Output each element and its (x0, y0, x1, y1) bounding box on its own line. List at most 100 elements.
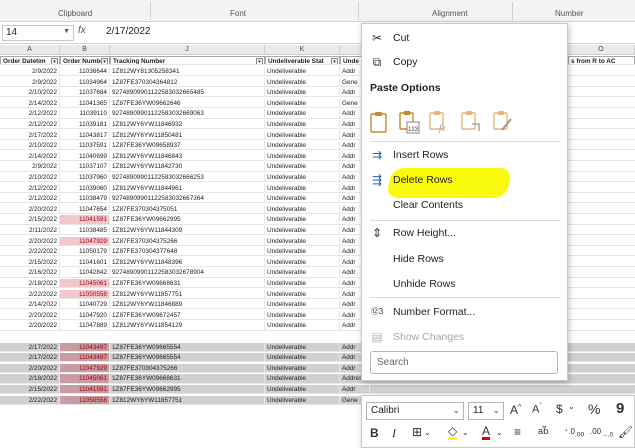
cell-order-number[interactable]: 11036644 (60, 67, 110, 76)
cell-order-datetime[interactable]: 2/15/2022 (0, 257, 60, 267)
decrease-decimal-icon[interactable]: .00→.0 (590, 427, 613, 439)
cell-order-number[interactable]: 11041365 (60, 98, 110, 108)
filter-dropdown-icon[interactable]: ▾ (101, 58, 108, 65)
paste-formulas-icon[interactable]: fx (428, 110, 450, 134)
cell-tracking-number[interactable]: 1Z87FE370304375266 (110, 236, 265, 245)
cell-undeliverable-status[interactable]: Undeliverable (265, 385, 340, 394)
chevron-down-icon[interactable]: ▼ (63, 28, 70, 35)
cell-tracking-number[interactable]: 1Z812WY6YW11846843 (110, 151, 265, 161)
fx-icon[interactable]: fx (78, 25, 100, 41)
cell-undeliverable-status[interactable]: Undeliverable (265, 363, 340, 373)
cell-order-datetime[interactable]: 2/22/2022 (0, 395, 60, 404)
chevron-down-icon[interactable]: ⌄ (452, 405, 460, 416)
menu-item-delete-rows[interactable]: ⇶ Delete Rows (362, 169, 567, 191)
cell-order-datetime[interactable]: 2/9/2022 (0, 162, 60, 171)
increase-decimal-icon[interactable]: ⁺.0.00 (564, 427, 584, 439)
cell-undeliverable-status[interactable]: Undeliverable (265, 279, 340, 288)
header-order-number[interactable]: Order Number ▾ (60, 56, 110, 65)
cell-tracking-number[interactable]: 1Z87FE36YW09672457 (110, 310, 265, 320)
cell-tracking-number[interactable]: 1Z87FE36YW09665554 (110, 342, 265, 351)
cell-undeliverable-status[interactable]: Undeliverable (265, 353, 340, 362)
cell-order-datetime[interactable]: 2/20/2022 (0, 363, 60, 373)
cell-undeliverable-status[interactable]: Undeliverable (265, 226, 340, 235)
cell-undeliverable-status[interactable]: Undeliverable (265, 109, 340, 118)
formula-input[interactable]: 2/17/2022 (106, 26, 151, 37)
cell-tracking-number[interactable]: 1Z87FE36YW09668631 (110, 279, 265, 288)
format-painter-icon[interactable]: 🖌 (618, 425, 633, 439)
cell-tracking-number[interactable]: 1Z812WY6YW11848396 (110, 257, 265, 267)
percent-style-button[interactable]: % (588, 401, 600, 417)
chevron-down-icon[interactable]: ⌄ (568, 402, 575, 411)
font-size-select[interactable]: 11 ⌄ (468, 402, 504, 420)
filter-dropdown-icon[interactable]: ▾ (51, 58, 58, 65)
name-box[interactable]: 14 ▼ (2, 25, 74, 41)
cell-undeliverable-status[interactable]: Undeliverable (265, 162, 340, 171)
cell-order-datetime[interactable]: 2/20/2022 (0, 321, 60, 330)
cell-order-datetime[interactable]: 2/14/2022 (0, 98, 60, 108)
cell-undeliverable-status[interactable]: Undeliverable (265, 151, 340, 161)
cell-order-datetime[interactable]: 2/12/2022 (0, 120, 60, 129)
cell-tracking-number[interactable]: 1Z812WY6YW11842730 (110, 162, 265, 171)
cell-tracking-number[interactable]: 1Z812WY6YW11844961 (110, 183, 265, 192)
cell-undeliverable-status[interactable]: Undeliverable (265, 374, 340, 383)
cell-order-number[interactable]: 11037107 (60, 162, 110, 171)
menu-item-row-height[interactable]: ⇕ Row Height... (362, 222, 567, 244)
cell-order-number[interactable]: 11043497 (60, 353, 110, 362)
menu-item-clear-contents[interactable]: Clear Contents (362, 194, 567, 216)
cell-order-datetime[interactable]: 2/15/2022 (0, 215, 60, 224)
cell-order-number[interactable]: 11043497 (60, 342, 110, 351)
paste-icon[interactable] (368, 110, 390, 134)
header-order-datetime[interactable]: Order Datetim ▾ (0, 56, 60, 65)
cell-tracking-number[interactable]: 1Z812WY6YW11846932 (110, 120, 265, 129)
cell-order-number[interactable]: 11050558 (60, 395, 110, 404)
table-row[interactable]: 2/15/2022 11041591 1Z87FE36YW09662995 Undel… (0, 385, 635, 395)
cell-tracking-number[interactable]: 1Z812WY6YW11854129 (110, 321, 265, 330)
cell-order-number[interactable]: 11037960 (60, 173, 110, 182)
cell-order-number[interactable]: 11038485 (60, 226, 110, 235)
cell-order-datetime[interactable]: 2/15/2022 (0, 385, 60, 394)
search-input[interactable]: Search (370, 351, 558, 374)
column-header-k[interactable]: K (265, 45, 340, 55)
cell-undeliverable-status[interactable]: Undeliverable (265, 120, 340, 129)
cell-l[interactable]: Addr (340, 385, 370, 394)
cell-undeliverable-status[interactable]: Undeliverable (265, 183, 340, 192)
cell-order-number[interactable]: 11037684 (60, 88, 110, 97)
cell-tracking-number[interactable]: 1Z812WY6YW11850481 (110, 130, 265, 139)
column-header-j[interactable]: J (110, 45, 265, 55)
cell-order-datetime[interactable]: 2/12/2022 (0, 109, 60, 118)
font-color-icon[interactable]: A (482, 425, 491, 440)
cell-order-number[interactable]: 11039110 (60, 109, 110, 118)
cell-undeliverable-status[interactable]: Undeliverable (265, 130, 340, 139)
cell-order-datetime[interactable]: 2/10/2022 (0, 141, 60, 150)
header-o[interactable]: s from R to AC (568, 56, 635, 65)
paste-values-icon[interactable]: 123 (398, 110, 420, 134)
menu-item-hide-rows[interactable]: Hide Rows (362, 248, 567, 270)
cell-undeliverable-status[interactable]: Undeliverable (265, 67, 340, 76)
cell-order-number[interactable]: 11037591 (60, 141, 110, 150)
cell-undeliverable-status[interactable]: Undeliverable (265, 268, 340, 277)
cell-order-datetime[interactable]: 2/9/2022 (0, 67, 60, 76)
cell-undeliverable-status[interactable]: Undeliverable (265, 310, 340, 320)
cell-order-number[interactable]: 11047929 (60, 236, 110, 245)
column-header-o[interactable]: O (568, 45, 635, 55)
cell-order-datetime[interactable]: 2/20/2022 (0, 204, 60, 214)
borders-icon[interactable]: ⊞ (412, 425, 422, 439)
cell-tracking-number[interactable]: 1Z87FE370304375266 (110, 363, 265, 373)
paste-formatting-icon[interactable] (492, 110, 514, 134)
cell-order-datetime[interactable]: 2/18/2022 (0, 279, 60, 288)
cell-undeliverable-status[interactable]: Undeliverable (265, 321, 340, 330)
cell-order-number[interactable]: 11047920 (60, 310, 110, 320)
cell-order-number[interactable]: 11040729 (60, 300, 110, 309)
cell-order-number[interactable]: 11034964 (60, 77, 110, 86)
cell-tracking-number[interactable]: 92748909901122583032665485 (110, 88, 265, 97)
italic-button[interactable]: I (392, 426, 396, 441)
cell-order-datetime[interactable]: 2/20/2022 (0, 310, 60, 320)
cell-order-datetime[interactable]: 2/22/2022 (0, 289, 60, 298)
cell-order-datetime[interactable]: 2/17/2022 (0, 342, 60, 351)
chevron-down-icon[interactable]: ⌄ (424, 428, 431, 437)
cell-undeliverable-status[interactable]: Undeliverable (265, 194, 340, 203)
merge-center-icon[interactable]: ab⃡ (538, 426, 549, 437)
cell-undeliverable-status[interactable]: Undeliverable (265, 236, 340, 245)
cell-order-datetime[interactable]: 2/12/2022 (0, 183, 60, 192)
cell-order-number[interactable]: 11047889 (60, 321, 110, 330)
